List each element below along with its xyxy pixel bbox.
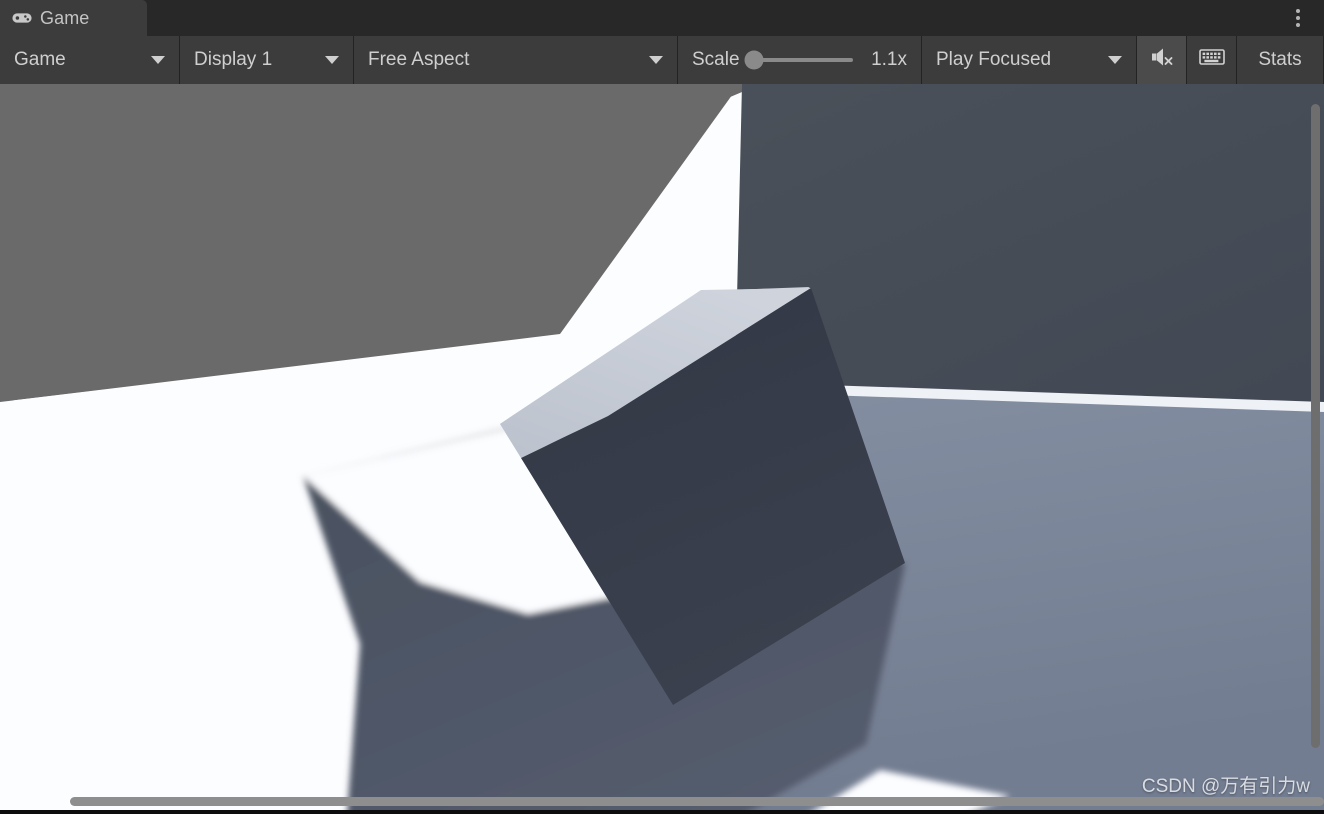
scale-value: 1.1x (871, 49, 907, 70)
horizontal-scrollbar-thumb[interactable] (70, 797, 1324, 806)
gizmos-button[interactable] (1187, 36, 1237, 84)
stats-label: Stats (1258, 49, 1302, 70)
window-bottom-edge (0, 810, 1324, 814)
kebab-menu-icon[interactable] (1286, 0, 1310, 36)
horizontal-scrollbar[interactable] (0, 797, 1324, 806)
view-selector-dropdown[interactable]: Game (0, 36, 180, 84)
display-selector-label: Display 1 (194, 49, 273, 70)
tab-strip: Game (0, 0, 1324, 36)
keyboard-grid-icon (1198, 48, 1225, 72)
vertical-scrollbar-thumb[interactable] (1311, 104, 1320, 748)
game-render-area[interactable]: CSDN @万有引力w (0, 84, 1324, 810)
scale-label: Scale (692, 49, 740, 70)
chevron-down-icon (649, 56, 663, 64)
aspect-ratio-label: Free Aspect (368, 49, 470, 70)
view-selector-label: Game (14, 49, 66, 70)
play-mode-label: Play Focused (936, 49, 1052, 70)
scale-control[interactable]: Scale 1.1x (678, 36, 922, 84)
unity-game-window: Game Game Display 1 Free Aspect Scale 1.… (0, 0, 1324, 814)
chevron-down-icon (325, 56, 339, 64)
gamepad-icon (12, 8, 32, 28)
tab-game-label: Game (40, 8, 90, 28)
speaker-mute-icon (1149, 46, 1175, 74)
rendered-scene (0, 84, 1324, 810)
chevron-down-icon (1108, 56, 1122, 64)
chevron-down-icon (151, 56, 165, 64)
vertical-scrollbar[interactable] (1311, 104, 1320, 748)
mute-audio-button[interactable] (1137, 36, 1187, 84)
aspect-ratio-dropdown[interactable]: Free Aspect (354, 36, 678, 84)
scale-slider-track[interactable] (744, 50, 854, 70)
display-selector-dropdown[interactable]: Display 1 (180, 36, 354, 84)
play-mode-dropdown[interactable]: Play Focused (922, 36, 1137, 84)
tab-game[interactable]: Game (0, 0, 147, 36)
scale-slider-knob[interactable] (744, 50, 764, 70)
stats-button[interactable]: Stats (1237, 36, 1324, 84)
game-toolbar: Game Display 1 Free Aspect Scale 1.1x Pl… (0, 36, 1324, 84)
scale-slider[interactable] (744, 50, 862, 70)
